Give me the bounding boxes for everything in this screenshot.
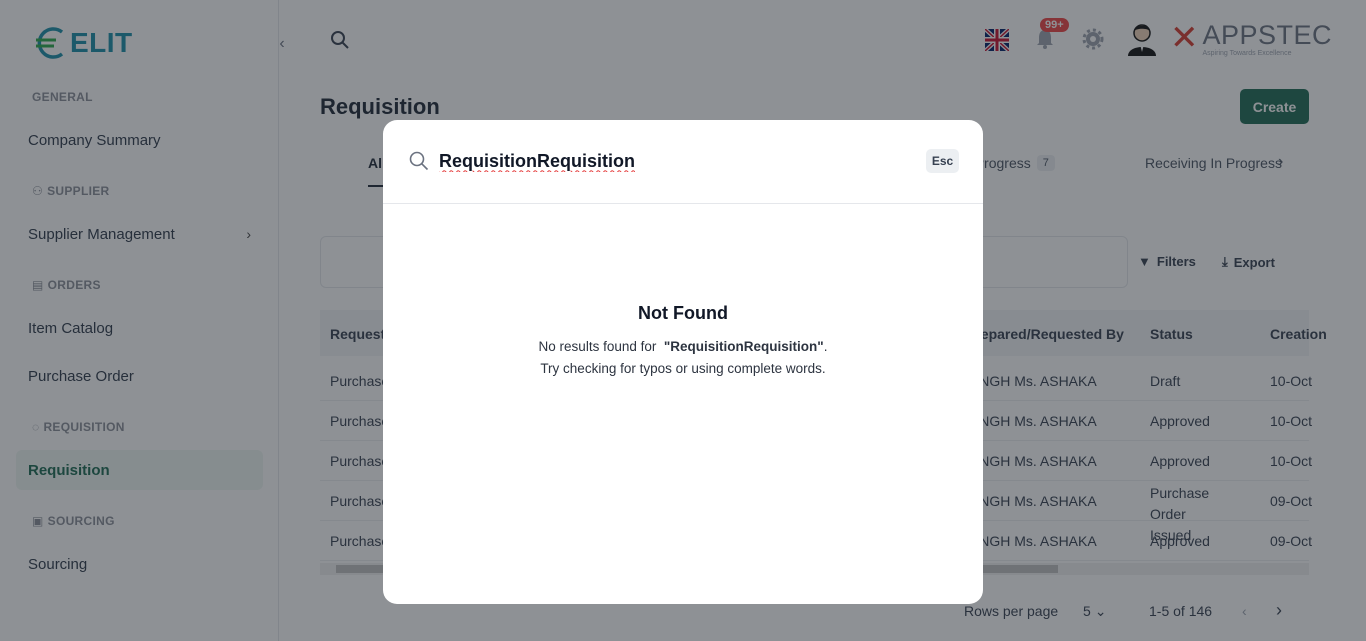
- search-input[interactable]: [439, 146, 909, 176]
- not-found-title: Not Found: [638, 303, 728, 323]
- no-results-message: No results found for "RequisitionRequisi…: [383, 339, 983, 354]
- no-results-hint: Try checking for typos or using complete…: [540, 361, 826, 376]
- no-results-suffix: .: [823, 339, 828, 354]
- search-icon: [409, 151, 429, 171]
- search-modal-header: Esc: [383, 120, 983, 204]
- search-modal: Esc Not Found No results found for "Requ…: [383, 120, 983, 604]
- no-results-query: "RequisitionRequisition": [663, 339, 824, 354]
- esc-button[interactable]: Esc: [926, 149, 959, 173]
- no-results-prefix: No results found for: [538, 339, 657, 354]
